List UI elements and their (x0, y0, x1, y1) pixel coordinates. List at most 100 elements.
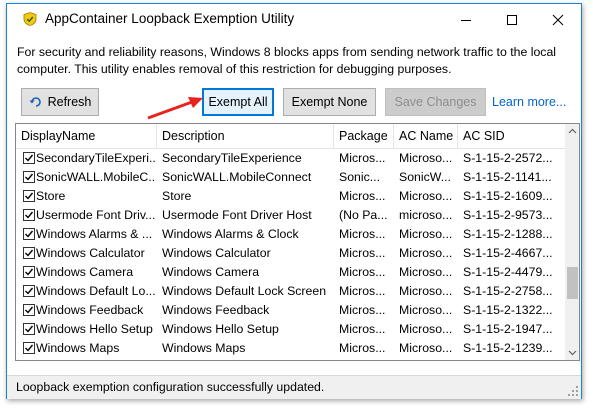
row-package: Micros... (339, 265, 386, 279)
row-package: Micros... (339, 303, 386, 317)
row-ac-name: Microso... (399, 151, 453, 165)
column-header-ac-name[interactable]: AC Name (394, 124, 458, 148)
row-ac-sid: S-1-15-2-1141... (463, 170, 552, 184)
row-package: Micros... (339, 151, 386, 165)
column-header-package[interactable]: Package (334, 124, 394, 148)
row-displayname: Windows Maps (36, 341, 120, 355)
row-ac-name: Microso... (399, 284, 453, 298)
row-description: SecondaryTileExperience (162, 151, 302, 165)
status-text: Loopback exemption configuration success… (16, 380, 325, 394)
row-ac-name: Microso... (399, 189, 453, 203)
minimize-icon (461, 19, 471, 21)
row-description: Windows Default Lock Screen (162, 284, 327, 298)
title-bar[interactable]: AppContainer Loopback Exemption Utility (7, 4, 581, 35)
row-displayname: Windows Alarms & ... (36, 227, 153, 241)
maximize-button[interactable] (489, 4, 535, 35)
row-package: Micros... (339, 227, 386, 241)
table-row[interactable]: Windows Default Lo... Windows Default Loc… (16, 282, 565, 301)
app-shield-icon (23, 12, 37, 26)
row-displayname: SonicWALL.MobileC... (36, 170, 156, 184)
refresh-icon (29, 97, 41, 107)
row-ac-name: Microso... (399, 246, 453, 260)
save-changes-button[interactable]: Save Changes (385, 88, 486, 116)
row-package: Micros... (339, 284, 386, 298)
table-row[interactable]: Windows Alarms & ... Windows Alarms & Clo… (16, 225, 565, 244)
table-row[interactable]: Store Store Micros... Microso... S-1-15-2-16… (16, 187, 565, 206)
row-checkbox[interactable] (23, 209, 35, 221)
resize-grip-icon[interactable] (568, 386, 578, 396)
check-icon (25, 287, 34, 295)
row-displayname: Store (36, 189, 66, 203)
row-checkbox[interactable] (23, 171, 35, 183)
scroll-up-icon[interactable] (565, 124, 580, 139)
row-checkbox[interactable] (23, 228, 35, 240)
check-icon (25, 211, 34, 219)
row-ac-name: Microso... (399, 227, 453, 241)
row-ac-sid: S-1-15-2-4667... (463, 246, 553, 260)
table-row[interactable]: Windows Maps Windows Maps Micros... Microso… (16, 339, 565, 358)
table-row[interactable]: Windows Hello Setup Windows Hello Setup Mi… (16, 320, 565, 339)
exempt-none-button[interactable]: Exempt None (283, 88, 376, 116)
row-ac-name: Microso... (399, 341, 453, 355)
column-header-displayname[interactable]: DisplayName (16, 124, 157, 148)
check-icon (25, 249, 34, 257)
learn-more-link[interactable]: Learn more... (492, 95, 566, 109)
check-icon (25, 173, 34, 181)
table-row[interactable]: Windows Feedback Windows Feedback Micros..… (16, 301, 565, 320)
row-displayname: Windows Calculator (36, 246, 145, 260)
scroll-down-icon[interactable] (565, 345, 580, 360)
check-icon (25, 192, 34, 200)
app-list[interactable]: DisplayName Description Package AC Name … (15, 123, 580, 361)
minimize-button[interactable] (443, 4, 489, 35)
column-header-ac-sid[interactable]: AC SID (458, 124, 565, 148)
exempt-all-button[interactable]: Exempt All (202, 88, 274, 116)
description-text: For security and reliability reasons, Wi… (17, 45, 557, 76)
exempt-all-label: Exempt All (208, 95, 268, 109)
row-checkbox[interactable] (23, 304, 35, 316)
table-row[interactable]: Usermode Font Driv... Usermode Font Drive… (16, 206, 565, 225)
table-row[interactable]: Windows Calculator Windows Calculator Micr… (16, 244, 565, 263)
row-checkbox[interactable] (23, 247, 35, 259)
row-description: Windows Hello Setup (162, 322, 279, 336)
status-bar: Loopback exemption configuration success… (7, 375, 581, 399)
refresh-button[interactable]: Refresh (21, 88, 99, 116)
row-description: Usermode Font Driver Host (162, 208, 312, 222)
row-description: Windows Maps (162, 341, 246, 355)
row-ac-name: Microso... (399, 265, 453, 279)
exempt-none-label: Exempt None (291, 95, 368, 109)
table-row[interactable]: SonicWALL.MobileC... SonicWALL.MobileConn… (16, 168, 565, 187)
row-package: Sonic... (339, 170, 381, 184)
check-icon (25, 344, 34, 352)
row-displayname: SecondaryTileExperi... (36, 151, 156, 165)
row-checkbox[interactable] (23, 152, 35, 164)
check-icon (25, 154, 34, 162)
row-description: Windows Feedback (162, 303, 270, 317)
app-window: AppContainer Loopback Exemption Utility … (6, 3, 582, 399)
maximize-icon (507, 14, 517, 25)
row-checkbox[interactable] (23, 323, 35, 335)
vertical-scrollbar[interactable] (565, 124, 580, 360)
row-ac-sid: S-1-15-2-2572... (463, 151, 553, 165)
row-ac-name: microso... (399, 208, 453, 222)
row-ac-sid: S-1-15-2-1609... (463, 189, 553, 203)
row-checkbox[interactable] (23, 266, 35, 278)
check-icon (25, 306, 34, 314)
row-package: Micros... (339, 246, 386, 260)
row-description: Windows Camera (162, 265, 260, 279)
row-checkbox[interactable] (23, 342, 35, 354)
column-header-description[interactable]: Description (157, 124, 334, 148)
refresh-label: Refresh (47, 95, 92, 109)
row-description: SonicWALL.MobileConnect (162, 170, 312, 184)
row-checkbox[interactable] (23, 285, 35, 297)
row-package: Micros... (339, 341, 386, 355)
row-displayname: Windows Default Lo... (36, 284, 156, 298)
window-title: AppContainer Loopback Exemption Utility (45, 11, 295, 26)
scrollbar-thumb[interactable] (567, 267, 578, 299)
close-button[interactable] (535, 4, 581, 35)
row-description: Windows Alarms & Clock (162, 227, 299, 241)
row-ac-sid: S-1-15-2-1322... (463, 303, 553, 317)
table-row[interactable]: Windows Camera Windows Camera Micros... Mic… (16, 263, 565, 282)
row-checkbox[interactable] (23, 190, 35, 202)
table-row[interactable]: SecondaryTileExperi... SecondaryTileExper… (16, 149, 565, 168)
row-ac-sid: S-1-15-2-1947... (463, 322, 553, 336)
